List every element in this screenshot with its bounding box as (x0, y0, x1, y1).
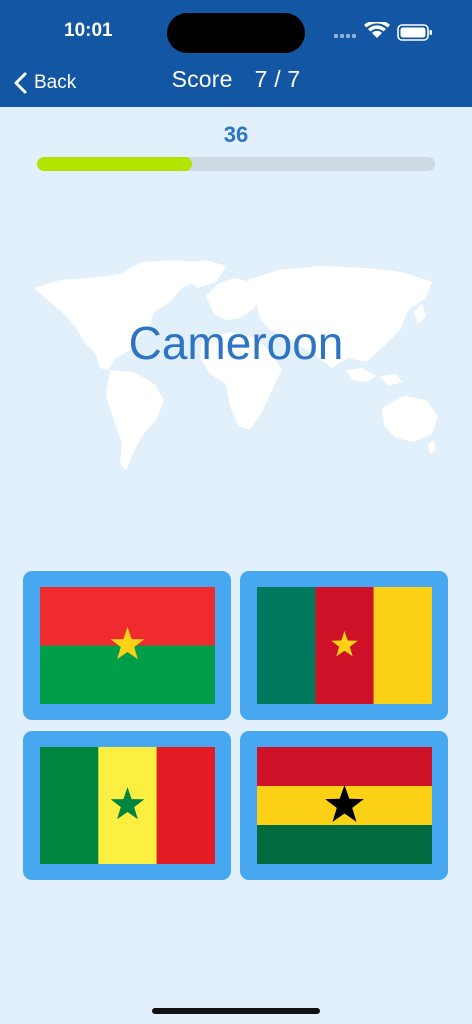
status-time: 10:01 (64, 20, 113, 41)
flag-option-ghana[interactable] (240, 731, 448, 880)
country-name: Cameroon (128, 317, 344, 369)
score-label: Score (171, 66, 233, 92)
flag-option-cameroon[interactable] (240, 571, 448, 720)
burkina-faso-flag-icon (40, 587, 215, 704)
flag-option-senegal[interactable] (23, 731, 231, 880)
senegal-flag-icon (40, 747, 215, 864)
nav-bar: 10:01 Back Score 7 / 7 (0, 0, 472, 107)
flag-option-burkina-faso[interactable] (23, 571, 231, 720)
score-value: 7 / 7 (254, 66, 301, 92)
score-display: Score 7 / 7 (0, 66, 472, 93)
ghana-flag-icon (257, 747, 432, 864)
cellular-signal-icon (334, 34, 356, 38)
battery-icon (397, 24, 432, 41)
progress-fill (37, 157, 193, 171)
progress-value: 36 (223, 122, 249, 147)
progress-bar (37, 157, 435, 171)
wifi-icon (364, 22, 390, 38)
dynamic-island (167, 13, 305, 53)
status-icons (334, 22, 432, 41)
cameroon-flag-icon (257, 587, 432, 704)
home-indicator (152, 1008, 320, 1014)
